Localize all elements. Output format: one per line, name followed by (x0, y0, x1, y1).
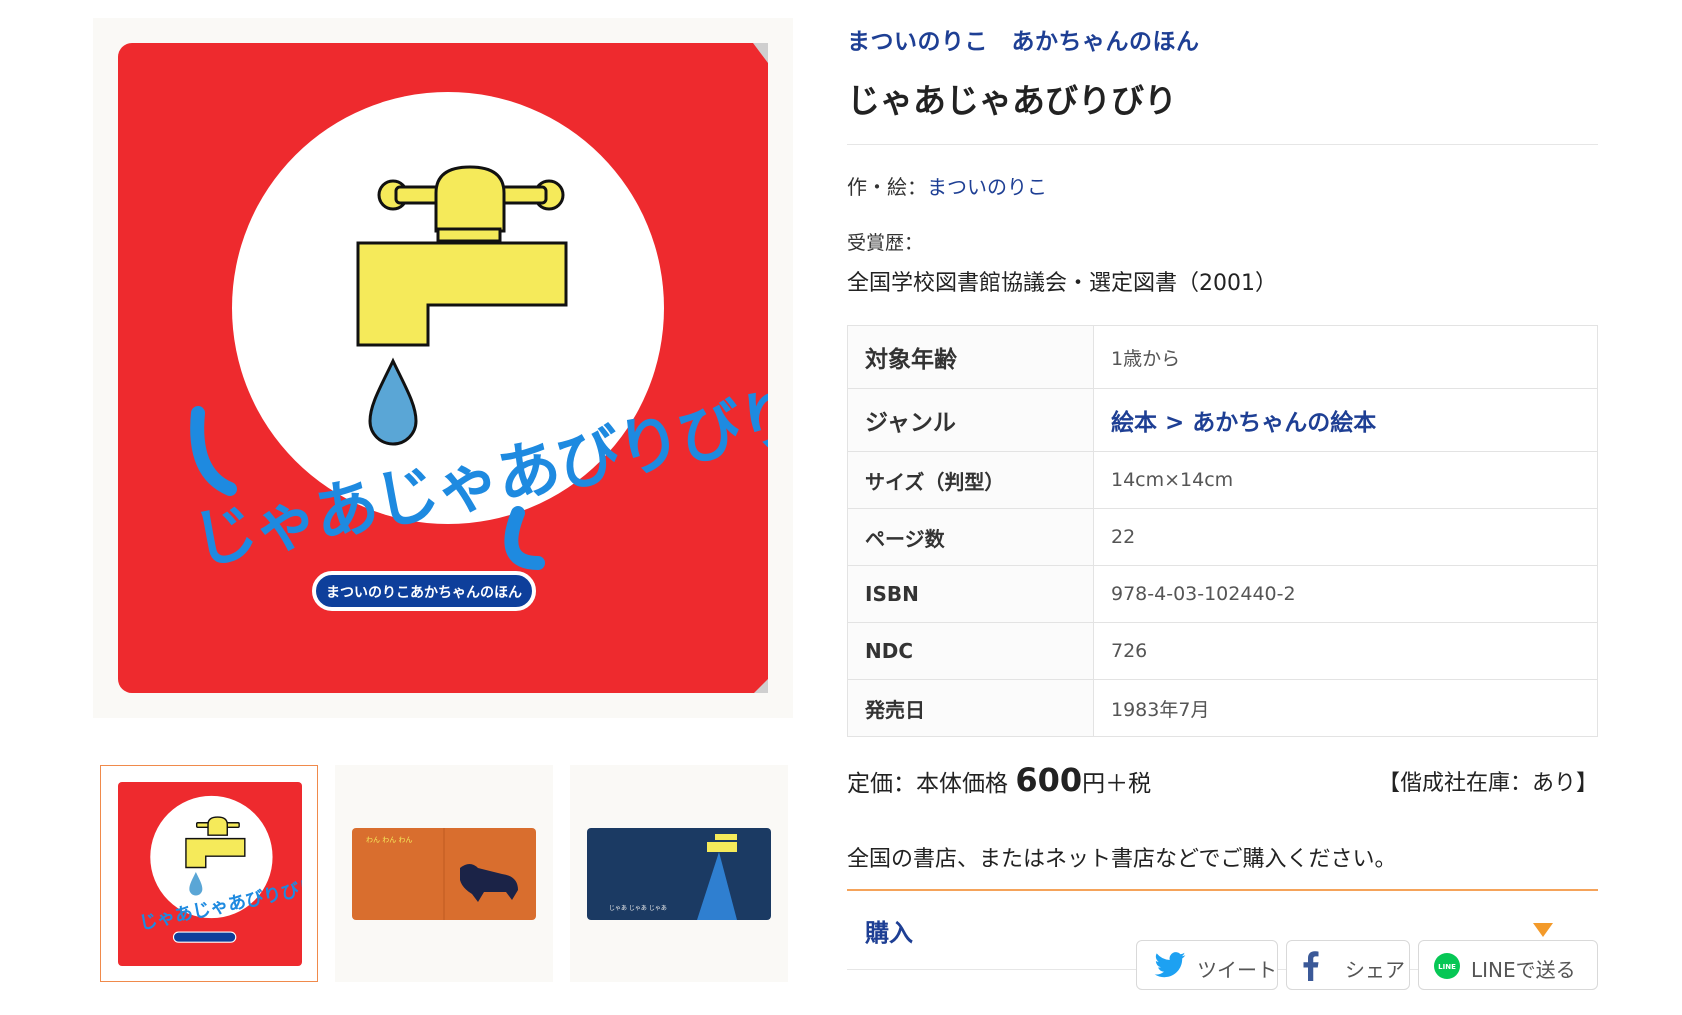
buy-label: 購入 (865, 919, 913, 947)
spec-value: 726 (1093, 622, 1598, 680)
author-line: 作・絵：まついのりこ (847, 171, 1598, 200)
facebook-icon (1303, 951, 1319, 981)
series-link[interactable]: まついのりこ あかちゃんのほん (847, 22, 1598, 56)
spec-row-isbn: ISBN 978-4-03-102440-2 (847, 565, 1598, 623)
author-link[interactable]: まついのりこ (927, 175, 1047, 199)
spec-value: 1歳から (1093, 325, 1598, 389)
spec-key: ジャンル (847, 388, 1094, 452)
line-share-button[interactable]: LINE LINEで送る (1418, 940, 1598, 990)
tweet-label: ツイート (1197, 958, 1277, 982)
share-bar: ツイート シェア LINE LINEで送る (1136, 940, 1598, 992)
spec-key: ISBN (847, 565, 1094, 623)
spec-value: 14cm×14cm (1093, 451, 1598, 509)
cover-image[interactable]: じゃあじゃあびりびり まついのりこあかちゃんのほん (118, 43, 768, 693)
spec-row-release: 発売日 1983年7月 (847, 679, 1598, 737)
thumbnail-faucet-caption: じゃあ じゃあ じゃあ (609, 905, 667, 912)
where-to-buy: 全国の書店、またはネット書店などでご購入ください。 (847, 841, 1598, 891)
line-label: LINEで送る (1471, 958, 1576, 982)
twitter-icon (1154, 952, 1186, 978)
spec-value: 22 (1093, 508, 1598, 566)
spec-row-age: 対象年齢 1歳から (847, 325, 1598, 389)
spec-value: 1983年7月 (1093, 679, 1598, 737)
triangle-down-icon (1533, 923, 1553, 937)
spec-value: 絵本 > あかちゃんの絵本 (1093, 388, 1598, 452)
thumbnail-spread-dog[interactable]: わん わん わん (335, 765, 553, 982)
spec-key: NDC (847, 622, 1094, 680)
spec-row-pages: ページ数 22 (847, 508, 1598, 566)
spec-table: 対象年齢 1歳から ジャンル 絵本 > あかちゃんの絵本 サイズ（判型） 14c… (847, 325, 1598, 737)
award-text: 全国学校図書館協議会・選定図書（2001） (847, 271, 1277, 296)
award-label: 受賞歴： (847, 232, 924, 254)
spec-value: 978-4-03-102440-2 (1093, 565, 1598, 623)
thumbnail-spread-faucet[interactable]: じゃあ じゃあ じゃあ (570, 765, 788, 982)
facebook-share-button[interactable]: シェア (1286, 940, 1410, 990)
line-icon: LINE (1434, 953, 1460, 979)
price-suffix: 円＋税 (1082, 771, 1152, 797)
price-amount: 600 (1015, 761, 1083, 799)
thumbnail-strip: じゃあじゃあびりびり わん わん わん じゃあ じゃあ じゃあ (93, 765, 793, 998)
spec-key: 対象年齢 (847, 325, 1094, 389)
spec-key: ページ数 (847, 508, 1094, 566)
cover-image-frame: じゃあじゃあびりびり まついのりこあかちゃんのほん (93, 18, 793, 718)
spec-row-genre: ジャンル 絵本 > あかちゃんの絵本 (847, 388, 1598, 452)
spec-row-size: サイズ（判型） 14cm×14cm (847, 451, 1598, 509)
thumbnail-cover[interactable]: じゃあじゃあびりびり (100, 765, 318, 982)
spec-key: サイズ（判型） (847, 451, 1094, 509)
book-details: まついのりこ あかちゃんのほん じゃあじゃあびりびり 作・絵：まついのりこ 受賞… (847, 18, 1598, 970)
stock-status: 【偕成社在庫：あり】 (1377, 771, 1598, 796)
price-row: 定価：本体価格 600円＋税 【偕成社在庫：あり】 (847, 761, 1598, 801)
spec-key: 発売日 (847, 679, 1094, 737)
cover-series-badge: まついのりこあかちゃんのほん (326, 585, 522, 601)
svg-text:LINE: LINE (1438, 963, 1456, 971)
thumbnail-dog-caption: わん わん わん (366, 836, 412, 844)
book-title: じゃあじゃあびりびり (847, 74, 1598, 145)
tweet-button[interactable]: ツイート (1136, 940, 1278, 990)
spec-row-ndc: NDC 726 (847, 622, 1598, 680)
facebook-label: シェア (1345, 958, 1405, 982)
genre-link[interactable]: 絵本 > あかちゃんの絵本 (1111, 410, 1376, 436)
author-label: 作・絵： (847, 175, 927, 199)
price-prefix: 定価：本体価格 (847, 771, 1016, 797)
